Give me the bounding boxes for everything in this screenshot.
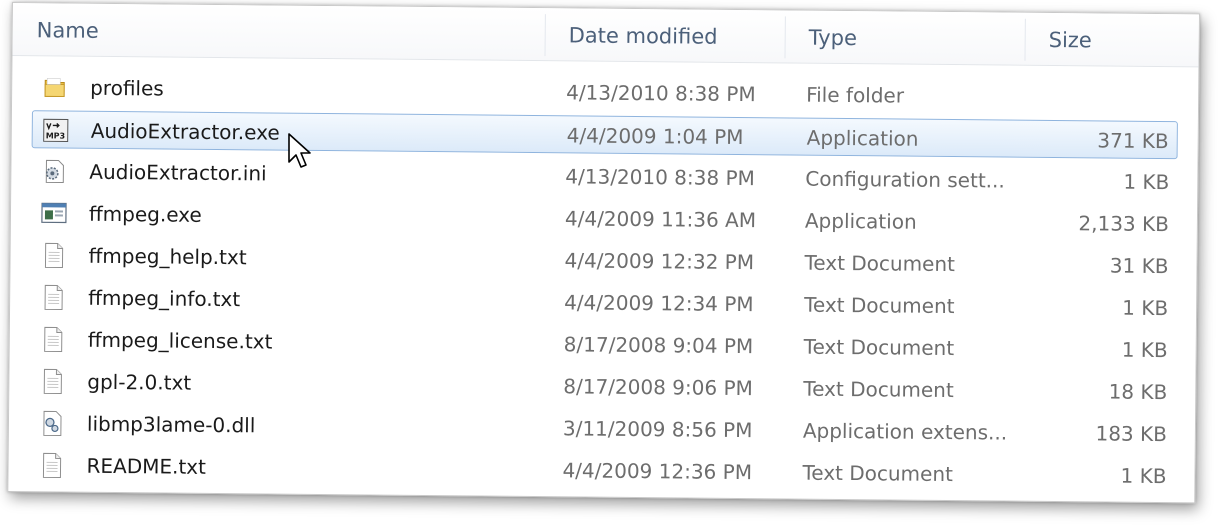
file-size: 1 KB <box>1122 295 1169 321</box>
file-date-modified: 4/4/2009 12:36 PM <box>562 458 753 485</box>
application-icon <box>41 200 67 226</box>
file-type: Application <box>806 125 919 151</box>
folder-icon <box>42 74 68 100</box>
config-file-icon <box>41 158 67 184</box>
text-document-icon <box>40 242 66 269</box>
file-name: gpl-2.0.txt <box>87 369 192 395</box>
file-name: ffmpeg.exe <box>88 201 202 227</box>
file-date-modified: 4/4/2009 1:04 PM <box>566 123 744 150</box>
file-name: ffmpeg_info.txt <box>88 285 241 312</box>
file-row[interactable]: libmp3lame-0.dll 3/11/2009 8:56 PM Applica… <box>29 404 1175 453</box>
column-header-type[interactable]: Type <box>784 10 1024 64</box>
file-size: 31 KB <box>1109 253 1169 279</box>
file-row[interactable]: ffmpeg_info.txt 4/4/2009 12:34 PM Text Doc… <box>30 278 1176 327</box>
file-size: 18 KB <box>1108 379 1168 405</box>
file-name: AudioExtractor.exe <box>90 118 280 145</box>
text-document-icon <box>40 284 66 310</box>
file-type: Text Document <box>802 460 954 487</box>
file-type: Text Document <box>804 250 956 277</box>
mouse-pointer-icon <box>288 133 311 168</box>
file-row[interactable]: profiles 4/13/2010 8:38 PM File folder <box>32 68 1178 117</box>
column-header-date[interactable]: Date modified <box>544 8 784 62</box>
text-document-icon <box>38 452 64 478</box>
file-date-modified: 4/13/2010 8:38 PM <box>566 80 756 107</box>
file-size: 371 KB <box>1097 128 1169 154</box>
file-type: File folder <box>806 82 905 108</box>
file-row[interactable]: MP3 AudioExtractor.exe 4/4/2009 1:04 PM App… <box>31 110 1178 160</box>
file-type: Configuration sett... <box>805 166 1005 193</box>
file-row[interactable]: ffmpeg_help.txt 4/4/2009 12:32 PM Text Doc… <box>30 236 1176 285</box>
column-header-name[interactable]: Name <box>12 3 544 60</box>
file-name: AudioExtractor.ini <box>89 159 267 186</box>
file-name: ffmpeg_help.txt <box>88 243 247 270</box>
explorer-file-list: Name Date modified Type Size profiles 4/1… <box>7 2 1200 504</box>
file-row[interactable]: ffmpeg.exe 4/4/2009 11:36 AM Application 2,… <box>31 194 1177 243</box>
file-size: 1 KB <box>1120 463 1167 489</box>
file-date-modified: 8/17/2008 9:04 PM <box>563 332 754 359</box>
file-name: README.txt <box>86 453 207 479</box>
file-type: Text Document <box>804 292 955 319</box>
dll-file-icon <box>39 410 65 436</box>
file-size: 1 KB <box>1121 337 1168 363</box>
mp3-app-icon: MP3 <box>43 117 69 143</box>
file-size: 2,133 KB <box>1078 211 1170 237</box>
svg-text:MP3: MP3 <box>46 131 65 140</box>
file-type: Text Document <box>803 376 954 403</box>
file-name: libmp3lame-0.dll <box>86 411 256 438</box>
text-document-icon <box>39 368 65 394</box>
file-size: 1 KB <box>1123 169 1170 195</box>
file-date-modified: 4/4/2009 12:34 PM <box>564 290 754 317</box>
file-row[interactable]: gpl-2.0.txt 8/17/2008 9:06 PM Text Documen… <box>29 362 1175 411</box>
file-type: Text Document <box>803 334 955 361</box>
file-date-modified: 4/13/2010 8:38 PM <box>565 164 755 191</box>
file-row[interactable]: AudioExtractor.ini 4/13/2010 8:38 PM Confi… <box>31 152 1177 201</box>
file-name: profiles <box>90 75 164 101</box>
text-document-icon <box>40 326 66 352</box>
file-row[interactable]: ffmpeg_license.txt 8/17/2008 9:04 PM Text … <box>30 320 1176 369</box>
file-date-modified: 8/17/2008 9:06 PM <box>563 374 753 401</box>
file-date-modified: 4/4/2009 12:32 PM <box>564 248 755 275</box>
file-name: ffmpeg_license.txt <box>87 327 273 354</box>
file-date-modified: 3/11/2009 8:56 PM <box>562 416 753 443</box>
column-header-bar: Name Date modified Type Size <box>12 3 1199 68</box>
file-row[interactable]: README.txt 4/4/2009 12:36 PM Text Document… <box>28 446 1174 495</box>
column-header-size[interactable]: Size <box>1024 13 1184 67</box>
file-type: Application extens... <box>802 418 1008 445</box>
file-type: Application <box>804 208 917 234</box>
file-date-modified: 4/4/2009 11:36 AM <box>564 206 757 233</box>
file-size: 183 KB <box>1095 421 1168 447</box>
